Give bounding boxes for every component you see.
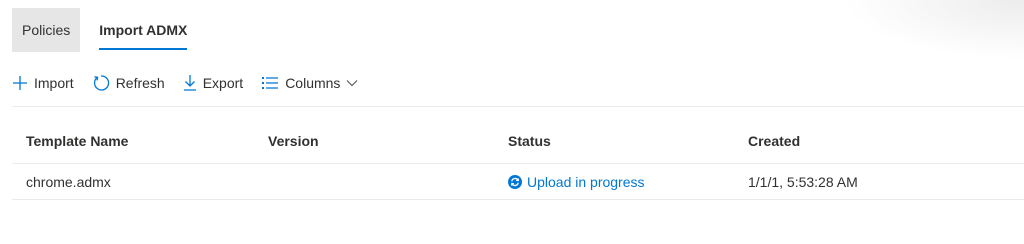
- status-text: Upload in progress: [527, 174, 645, 190]
- columns-label: Columns: [285, 75, 341, 91]
- corner-shade: [844, 0, 1024, 60]
- download-icon: [183, 74, 197, 92]
- import-button[interactable]: Import: [12, 75, 74, 91]
- templates-table: Template Name Version Status Created: [12, 124, 1024, 158]
- page: Policies Import ADMX Import Refresh Expo…: [0, 0, 1024, 244]
- header-created[interactable]: Created: [748, 124, 800, 158]
- cell-template-name: chrome.admx: [26, 174, 111, 190]
- refresh-label: Refresh: [115, 75, 165, 91]
- header-template-name[interactable]: Template Name: [26, 124, 128, 158]
- table-header: Template Name Version Status Created: [12, 124, 1024, 158]
- toolbar-divider: [12, 106, 1024, 107]
- cell-created: 1/1/1, 5:53:28 AM: [748, 174, 858, 190]
- templates-table-body: chrome.admx Upload in progress 1/1/1, 5:…: [12, 164, 1024, 200]
- plus-icon: [12, 75, 28, 91]
- header-version[interactable]: Version: [268, 124, 319, 158]
- header-status[interactable]: Status: [508, 124, 551, 158]
- toolbar: Import Refresh Export Columns: [12, 70, 376, 96]
- refresh-button[interactable]: Refresh: [92, 74, 165, 92]
- tab-policies-label: Policies: [22, 22, 71, 38]
- status-link[interactable]: Upload in progress: [508, 174, 645, 190]
- columns-button[interactable]: Columns: [261, 75, 358, 91]
- tab-import-admx-label: Import ADMX: [99, 22, 188, 38]
- list-icon: [261, 75, 279, 91]
- tab-import-admx[interactable]: Import ADMX: [89, 8, 197, 52]
- refresh-icon: [92, 74, 110, 92]
- table-row[interactable]: chrome.admx Upload in progress 1/1/1, 5:…: [12, 164, 1024, 200]
- cell-status: Upload in progress: [508, 164, 645, 200]
- chevron-down-icon: [346, 79, 358, 87]
- export-button[interactable]: Export: [183, 74, 243, 92]
- export-label: Export: [202, 75, 244, 91]
- sync-icon: [508, 175, 522, 189]
- import-label: Import: [34, 75, 74, 91]
- row-divider: [12, 199, 1024, 200]
- tab-bar: Policies Import ADMX: [12, 8, 197, 52]
- tab-policies[interactable]: Policies: [12, 8, 81, 52]
